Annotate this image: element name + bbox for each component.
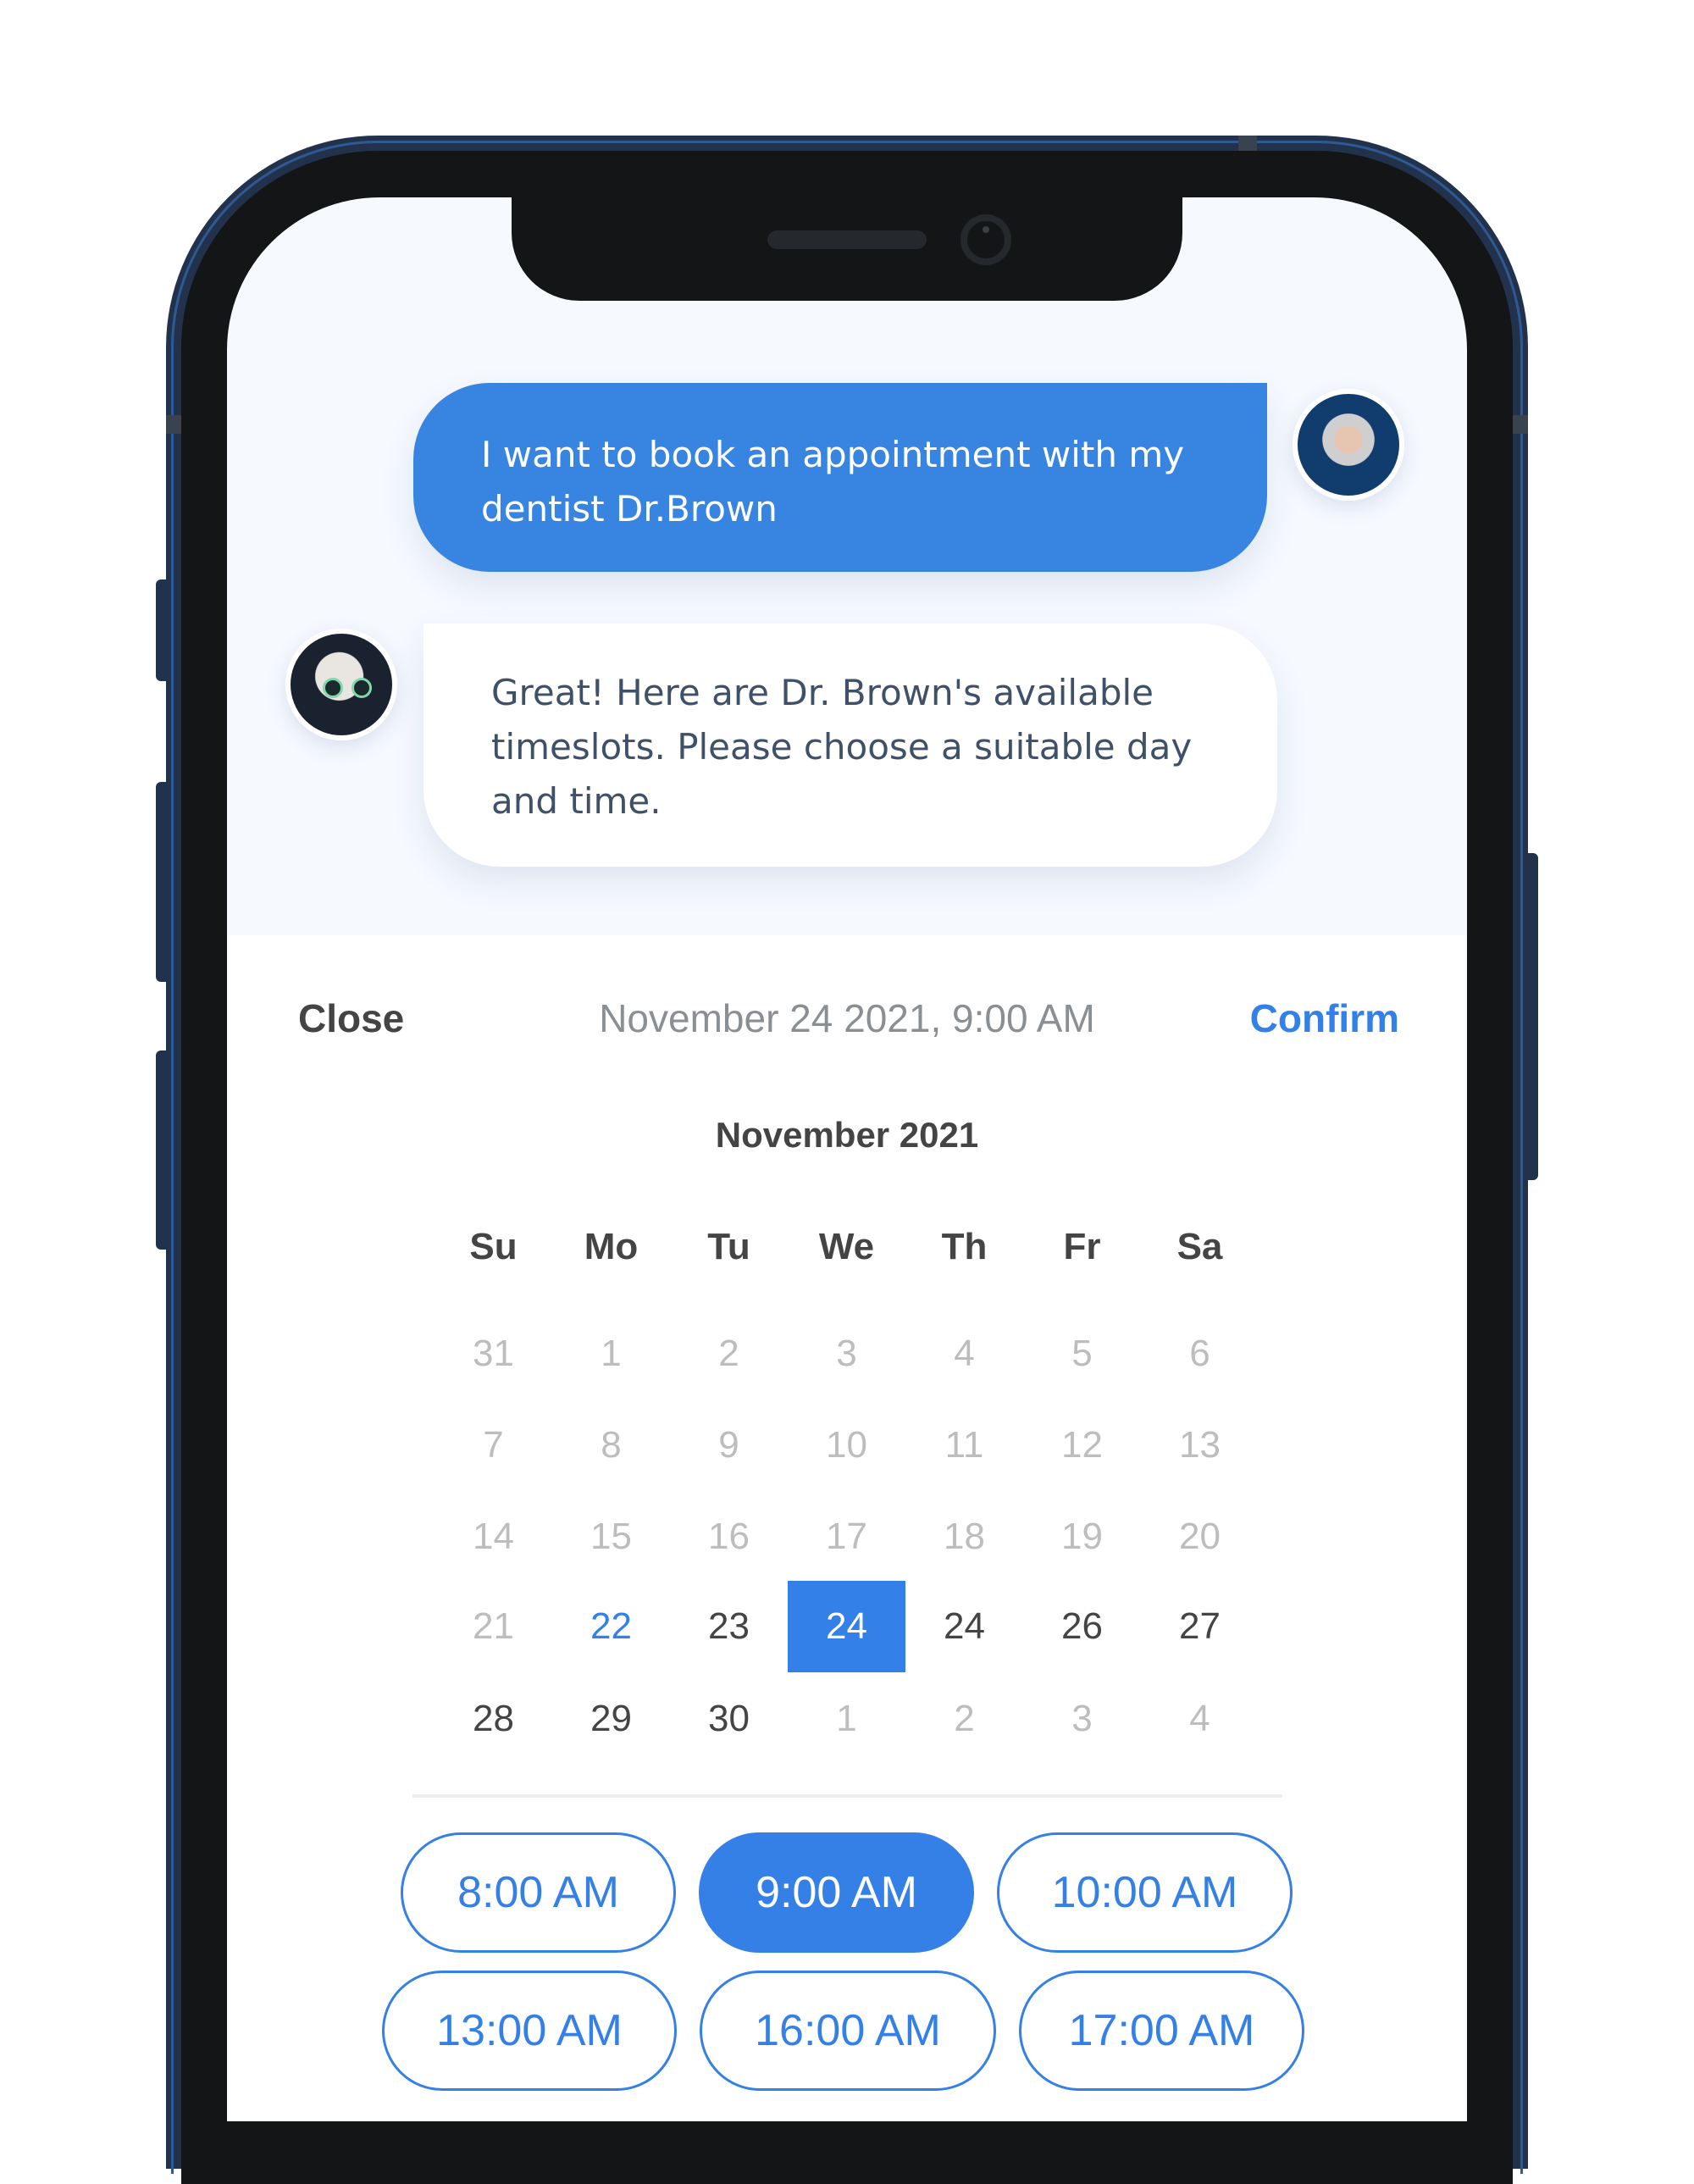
selected-datetime-readout: November 24 2021, 9:00 AM	[599, 996, 1095, 1040]
calendar-day[interactable]: 16	[670, 1491, 788, 1583]
calendar-day[interactable]: 2	[905, 1673, 1023, 1765]
calendar-day[interactable]: 12	[1023, 1400, 1141, 1491]
close-button[interactable]: Close	[298, 995, 404, 1042]
calendar-day[interactable]: 8	[552, 1400, 670, 1491]
weekday-label: Tu	[707, 1226, 750, 1267]
antenna-band-top	[1238, 136, 1257, 151]
timeslot-button[interactable]: 16:00 AM	[700, 1971, 996, 2091]
weekday-label: Sa	[1176, 1226, 1223, 1267]
weekday-label: Su	[469, 1226, 518, 1267]
calendar-day[interactable]: 10	[788, 1400, 905, 1491]
calendar-day[interactable]: 4	[905, 1308, 1023, 1400]
calendar-day[interactable]: 28	[435, 1673, 552, 1765]
timeslot-button[interactable]: 17:00 AM	[1019, 1971, 1304, 2091]
calendar-day[interactable]: 11	[905, 1400, 1023, 1491]
calendar-day[interactable]: 15	[552, 1491, 670, 1583]
antenna-band-left	[166, 415, 181, 434]
calendar-day[interactable]: 14	[435, 1491, 552, 1583]
calendar-day[interactable]: 30	[670, 1673, 788, 1765]
user-message-text: I want to book an appointment with my de…	[481, 434, 1185, 529]
user-message-bubble: I want to book an appointment with my de…	[413, 383, 1267, 572]
weekday-label: Th	[941, 1226, 988, 1267]
timeslot-button[interactable]: 10:00 AM	[997, 1832, 1293, 1953]
calendar-day[interactable]: 1	[788, 1673, 905, 1765]
divider	[412, 1794, 1282, 1798]
calendar-day[interactable]: 4	[1141, 1673, 1259, 1765]
calendar-day[interactable]: 26	[1023, 1581, 1141, 1672]
calendar-day[interactable]: 5	[1023, 1308, 1141, 1400]
calendar-day[interactable]: 3	[788, 1308, 905, 1400]
robot-eye-icon	[352, 678, 372, 698]
calendar-day[interactable]: 2	[670, 1308, 788, 1400]
calendar-day[interactable]: 19	[1023, 1491, 1141, 1583]
calendar-day[interactable]: 7	[435, 1400, 552, 1491]
calendar-day[interactable]: 31	[435, 1308, 552, 1400]
bot-avatar	[285, 629, 397, 740]
calendar-day[interactable]: 13	[1141, 1400, 1259, 1491]
calendar-day[interactable]: 18	[905, 1491, 1023, 1583]
timeslot-button[interactable]: 13:00 AM	[382, 1971, 677, 2091]
calendar-day[interactable]: 23	[670, 1581, 788, 1672]
calendar-day[interactable]: 3	[1023, 1673, 1141, 1765]
calendar-day[interactable]: 29	[552, 1673, 670, 1765]
weekday-label: Mo	[584, 1226, 639, 1267]
antenna-band-right	[1513, 415, 1528, 434]
calendar-day[interactable]: 9	[670, 1400, 788, 1491]
power-button	[1526, 853, 1538, 1180]
notch	[512, 151, 1182, 301]
weekday-label: We	[818, 1226, 875, 1267]
calendar-day[interactable]: 24	[905, 1581, 1023, 1672]
robot-eye-icon	[323, 678, 343, 698]
speaker-grille	[767, 230, 927, 249]
timeslot-button-selected[interactable]: 9:00 AM	[699, 1832, 974, 1953]
calendar-day[interactable]: 1	[552, 1308, 670, 1400]
calendar-day[interactable]: 20	[1141, 1491, 1259, 1583]
weekday-label: Fr	[1063, 1226, 1101, 1267]
calendar-day[interactable]: 17	[788, 1491, 905, 1583]
bot-message-bubble: Great! Here are Dr. Brown's available ti…	[424, 624, 1277, 867]
calendar-day[interactable]: 22	[552, 1581, 670, 1672]
calendar-day[interactable]: 27	[1141, 1581, 1259, 1672]
calendar-day[interactable]: 6	[1141, 1308, 1259, 1400]
confirm-button[interactable]: Confirm	[1250, 995, 1399, 1042]
month-title: November 2021	[715, 1115, 979, 1155]
calendar-day-selected[interactable]: 24	[788, 1581, 905, 1672]
user-avatar	[1293, 389, 1404, 501]
front-camera-icon	[960, 214, 1011, 265]
camera-lens-dot	[983, 226, 989, 233]
timeslot-button[interactable]: 8:00 AM	[401, 1832, 676, 1953]
calendar-day[interactable]: 21	[435, 1581, 552, 1672]
bot-message-text: Great! Here are Dr. Brown's available ti…	[491, 672, 1193, 822]
